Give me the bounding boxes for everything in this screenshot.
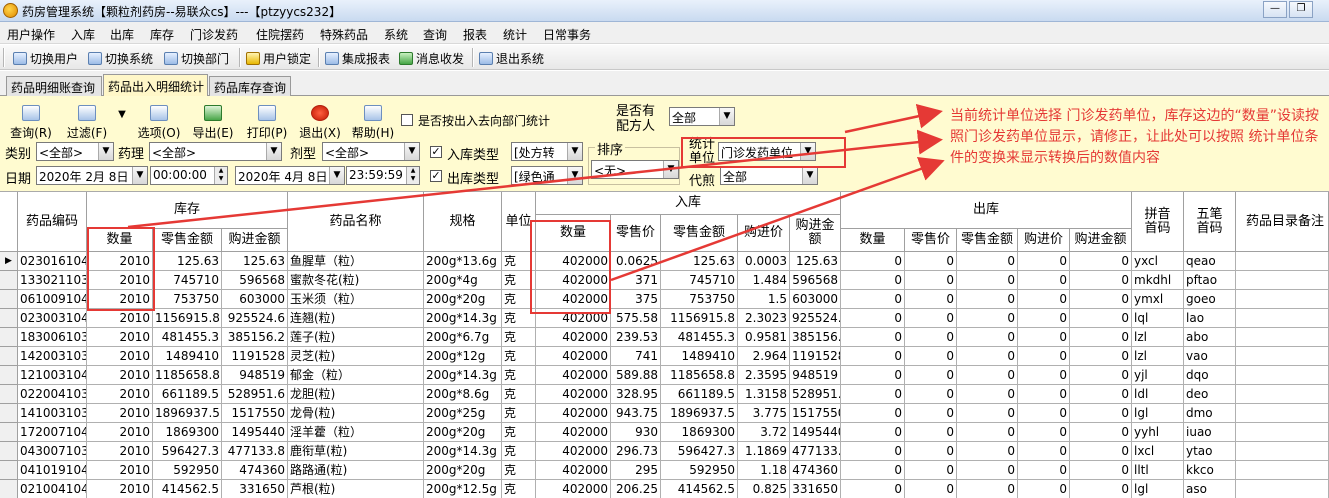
- arrow-to-note-2: [127, 129, 943, 229]
- arrow-to-note-3: [610, 156, 945, 282]
- annotation-arrows: [127, 103, 945, 282]
- arrow-to-note-1: [844, 103, 943, 134]
